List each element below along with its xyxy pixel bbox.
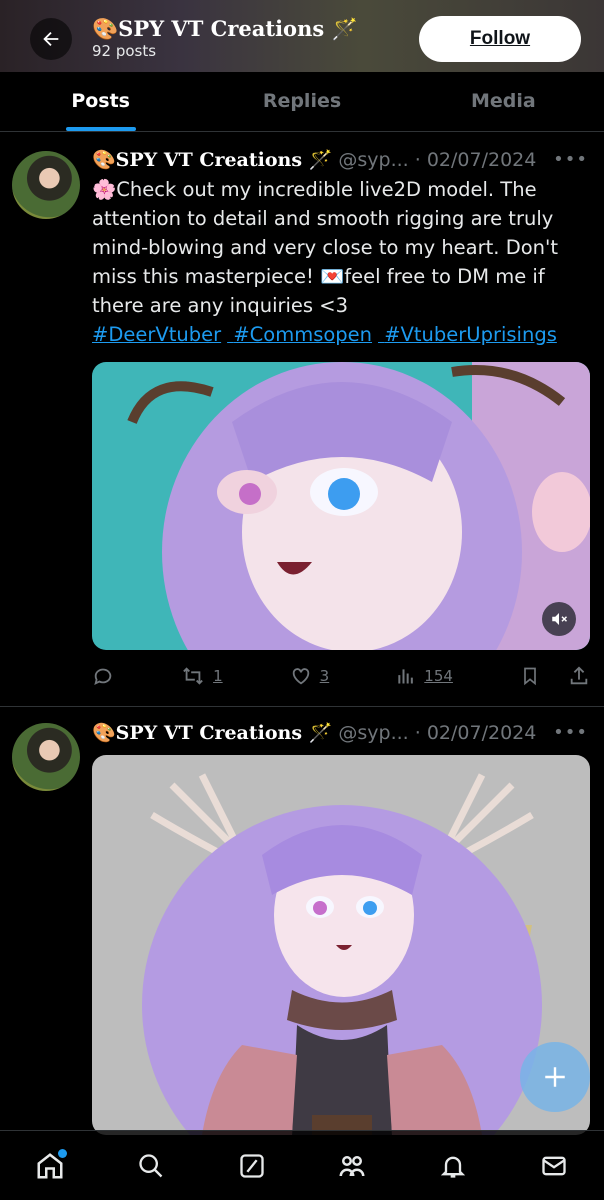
tab-posts[interactable]: Posts bbox=[0, 72, 201, 131]
profile-title: 🎨SPY VT Creations 🪄 bbox=[92, 16, 358, 41]
post-image[interactable] bbox=[92, 755, 590, 1135]
post-body: 🌸Check out my incredible live2D model. T… bbox=[92, 178, 559, 317]
reply-icon bbox=[94, 668, 112, 686]
nav-grok[interactable] bbox=[227, 1141, 277, 1191]
post-video[interactable] bbox=[92, 362, 590, 650]
mail-icon bbox=[541, 1156, 566, 1175]
post-extra-actions bbox=[520, 665, 590, 687]
post-card[interactable]: 🎨SPY VT Creations 🪄 @syp... · 02/07/2024… bbox=[0, 133, 604, 705]
like-icon bbox=[292, 668, 309, 685]
separator-dot: · bbox=[414, 722, 421, 744]
profile-tabs: Posts Replies Media bbox=[0, 72, 604, 132]
compose-button[interactable] bbox=[520, 1042, 590, 1112]
hashtag-link[interactable]: #Commsopen bbox=[233, 323, 372, 346]
post-card[interactable]: 🎨SPY VT Creations 🪄 @syp... · 02/07/2024… bbox=[0, 707, 604, 1135]
video-thumbnail bbox=[92, 362, 590, 650]
post-image-artwork bbox=[92, 755, 590, 1135]
more-icon[interactable]: ••• bbox=[553, 149, 588, 170]
follow-button[interactable]: Follow bbox=[419, 16, 581, 62]
author-name[interactable]: 🎨SPY VT Creations 🪄 bbox=[92, 722, 332, 744]
avatar[interactable] bbox=[12, 723, 80, 791]
mute-button[interactable] bbox=[542, 602, 576, 636]
separator-dot: · bbox=[414, 149, 421, 171]
bookmark-icon[interactable] bbox=[520, 665, 540, 687]
like-count: 3 bbox=[319, 667, 330, 685]
views-count: 154 bbox=[424, 667, 453, 685]
mute-icon bbox=[552, 613, 568, 625]
communities-icon bbox=[339, 1155, 365, 1176]
hashtag-link[interactable]: #VtuberUprisings bbox=[384, 323, 557, 346]
nav-communities[interactable] bbox=[327, 1141, 377, 1191]
nav-home[interactable] bbox=[25, 1141, 75, 1191]
author-name[interactable]: 🎨SPY VT Creations 🪄 bbox=[92, 149, 332, 171]
grok-icon bbox=[239, 1153, 264, 1178]
nav-notifications[interactable] bbox=[428, 1141, 478, 1191]
author-handle[interactable]: @syp... bbox=[338, 722, 408, 744]
reply-button[interactable] bbox=[92, 665, 114, 687]
post-date[interactable]: 02/07/2024 bbox=[427, 149, 537, 171]
notification-dot bbox=[58, 1148, 68, 1158]
post-header: 🎨SPY VT Creations 🪄 @syp... · 02/07/2024 bbox=[92, 148, 536, 171]
nav-search[interactable] bbox=[126, 1141, 176, 1191]
hashtag-link[interactable]: #DeerVtuber bbox=[92, 323, 221, 346]
tab-media[interactable]: Media bbox=[403, 72, 604, 131]
repost-button[interactable]: 1 bbox=[181, 665, 223, 687]
repost-count: 1 bbox=[213, 667, 223, 685]
post-text: 🌸Check out my incredible live2D model. T… bbox=[92, 175, 582, 349]
search-icon bbox=[139, 1153, 163, 1177]
like-button[interactable]: 3 bbox=[290, 665, 330, 687]
views-icon bbox=[398, 669, 414, 684]
share-icon[interactable] bbox=[568, 665, 590, 687]
tab-replies[interactable]: Replies bbox=[201, 72, 402, 131]
nav-messages[interactable] bbox=[529, 1141, 579, 1191]
profile-header: 🎨SPY VT Creations 🪄 92 posts Follow bbox=[0, 0, 604, 72]
back-button[interactable] bbox=[30, 18, 72, 60]
posts-count: 92 posts bbox=[92, 42, 157, 60]
hashtag-list: #DeerVtuber #Commsopen #VtuberUprisings bbox=[92, 320, 582, 349]
more-icon[interactable]: ••• bbox=[553, 722, 588, 743]
back-arrow-icon bbox=[43, 31, 59, 47]
post-actions: 1 3 154 bbox=[92, 661, 590, 691]
avatar[interactable] bbox=[12, 151, 80, 219]
plus-icon bbox=[545, 1067, 565, 1087]
views-button[interactable]: 154 bbox=[396, 666, 453, 686]
bell-icon bbox=[440, 1156, 466, 1178]
author-handle[interactable]: @syp... bbox=[338, 149, 408, 171]
bottom-nav bbox=[0, 1130, 604, 1200]
post-date[interactable]: 02/07/2024 bbox=[427, 722, 537, 744]
post-header: 🎨SPY VT Creations 🪄 @syp... · 02/07/2024 bbox=[92, 721, 536, 744]
repost-icon bbox=[183, 667, 203, 685]
